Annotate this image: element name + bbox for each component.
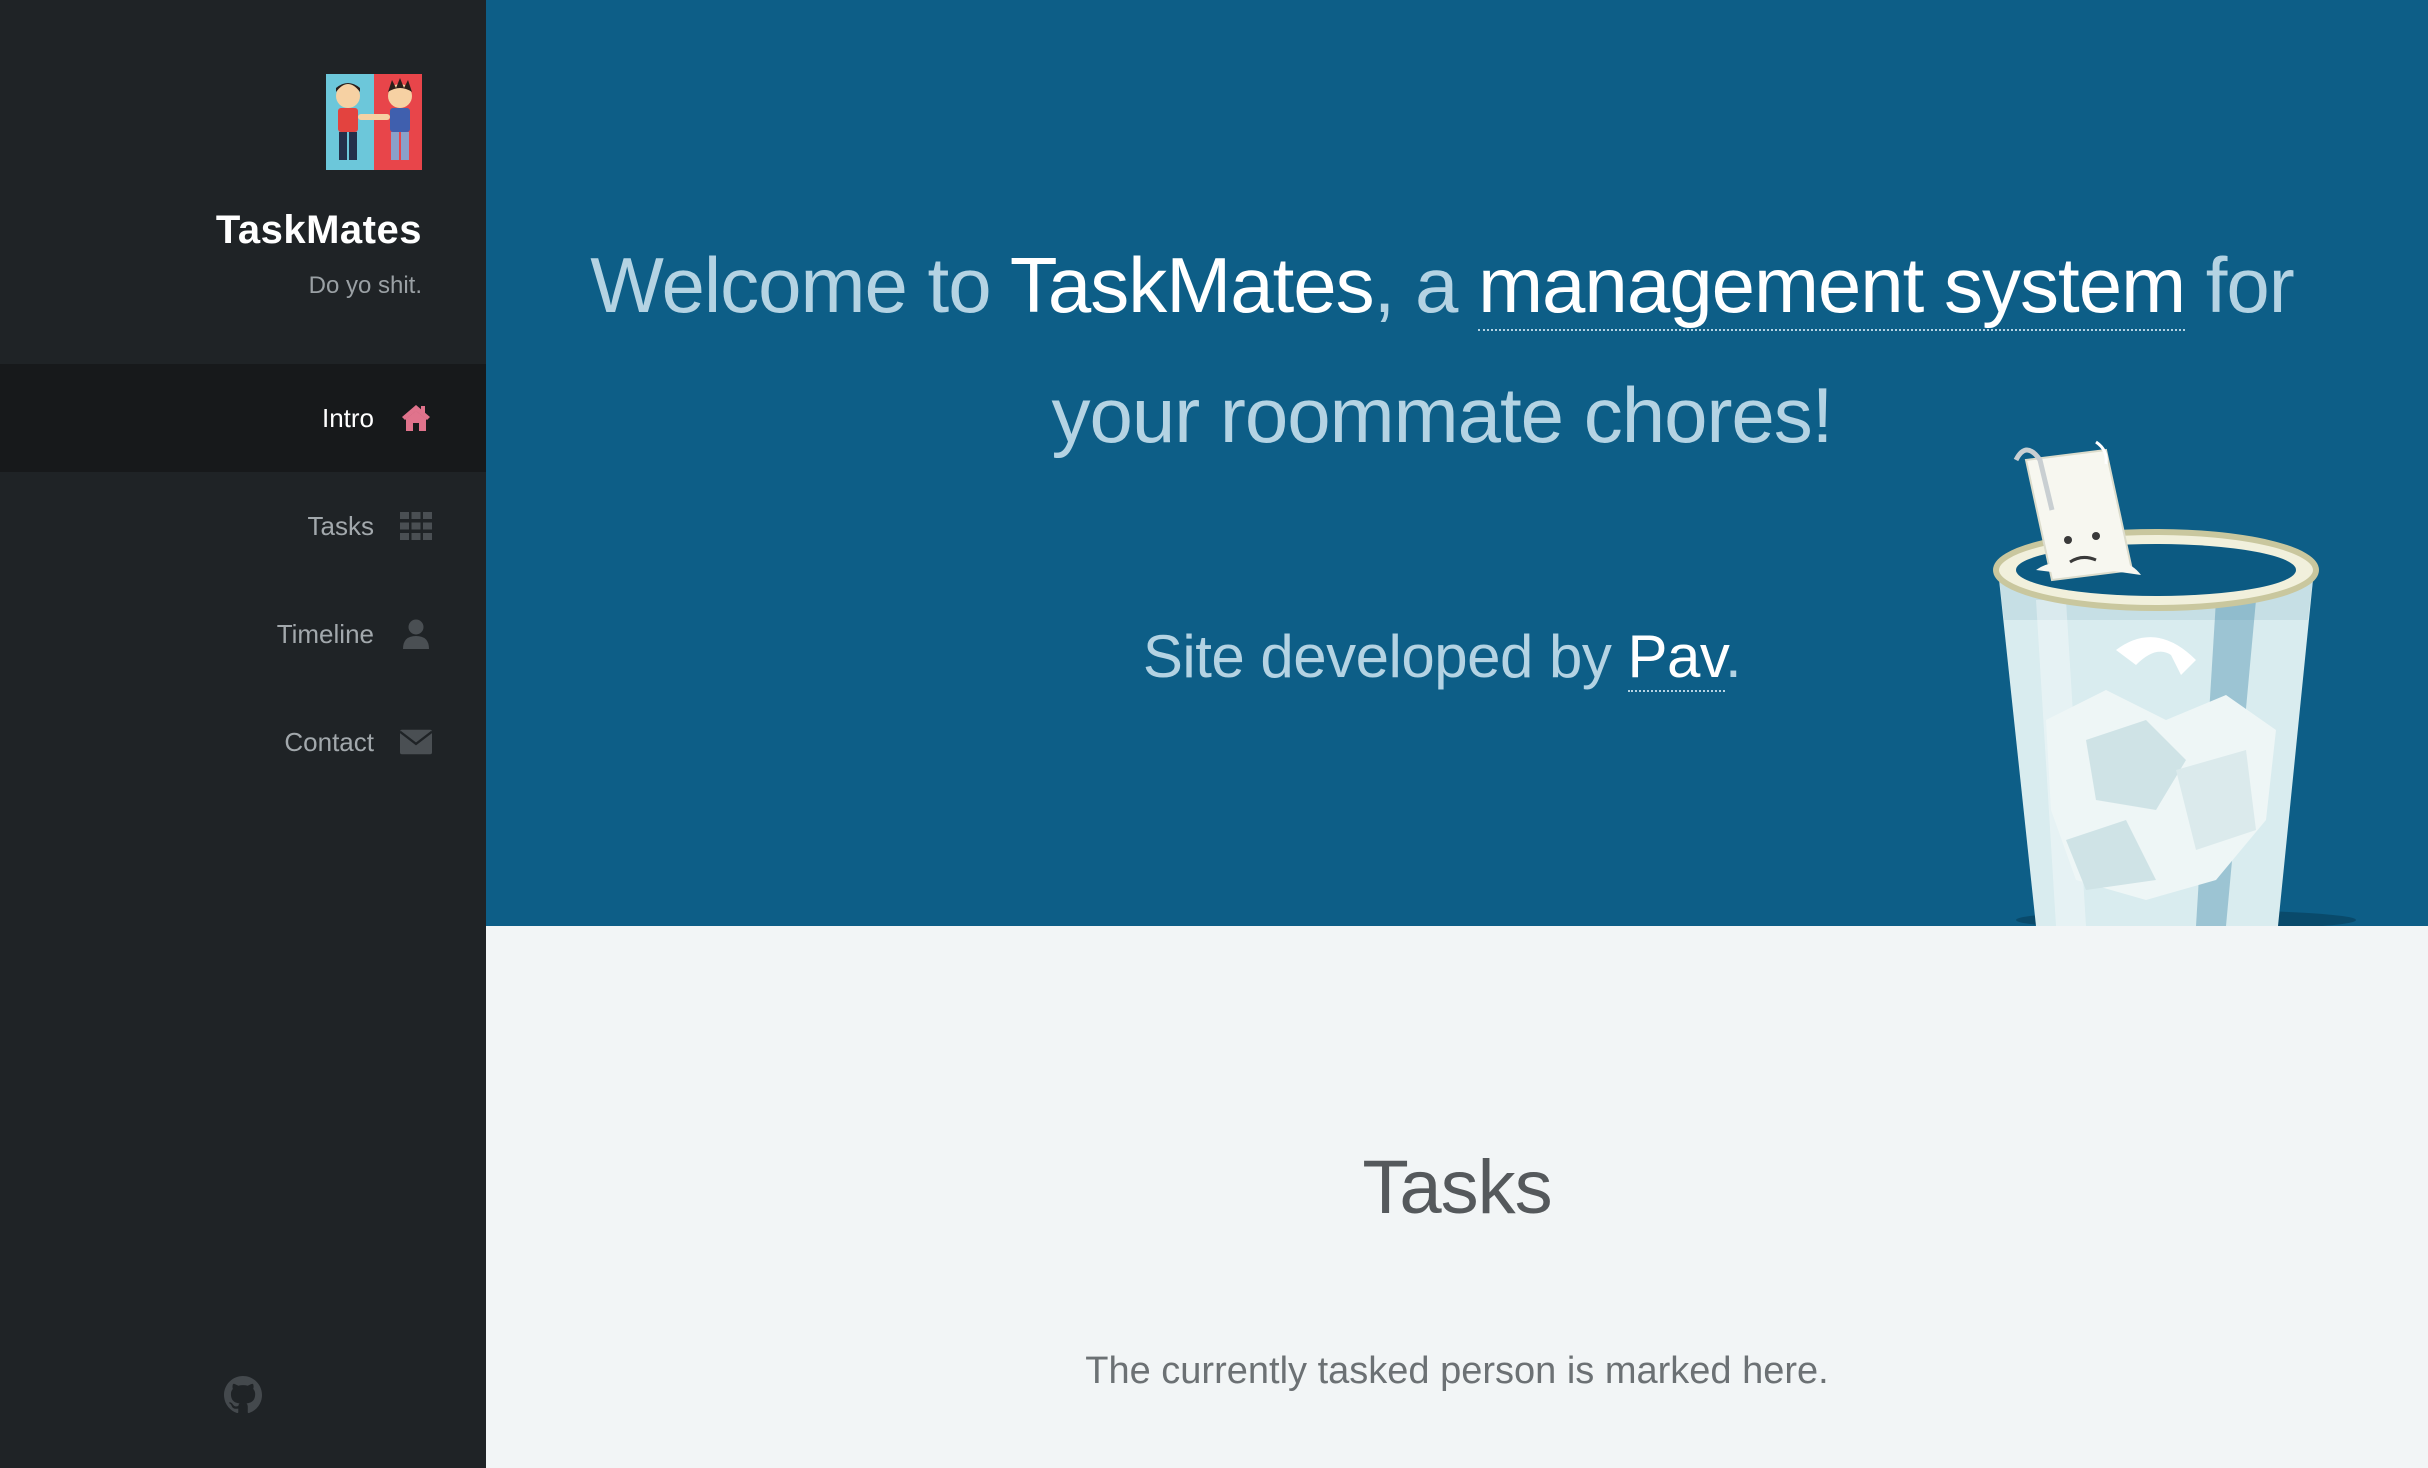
hero-brand-name: TaskMates: [1009, 241, 1375, 329]
sidebar-item-label: Timeline: [276, 618, 374, 649]
hero-heading-text: , a: [1373, 241, 1479, 329]
sidebar-item-intro[interactable]: Intro: [0, 364, 486, 472]
github-icon[interactable]: [224, 1376, 262, 1414]
sidebar: TaskMates Do yo shit. Intro Tasks Timeli…: [0, 0, 486, 1468]
envelope-icon: [400, 726, 432, 758]
developer-link[interactable]: Pav: [1627, 623, 1725, 692]
credit-text: Site developed by: [1142, 623, 1628, 690]
sad-paper-in-trash-can-illustration: [1993, 440, 2356, 926]
sidebar-item-label: Tasks: [307, 510, 374, 541]
home-icon: [400, 402, 432, 434]
hero-heading-text: Welcome to: [590, 241, 1010, 329]
credit-text: .: [1724, 623, 1742, 690]
tasks-subtitle: The currently tasked person is marked he…: [1085, 1350, 1829, 1392]
sidebar-item-timeline[interactable]: Timeline: [0, 580, 486, 688]
hero-section: Welcome to TaskMates, a management syste…: [486, 0, 2428, 926]
app-tagline: Do yo shit.: [308, 272, 422, 299]
grid-icon: [400, 510, 432, 542]
management-system-link[interactable]: management system: [1478, 241, 2186, 331]
user-icon: [400, 618, 432, 650]
sidebar-item-label: Contact: [284, 726, 374, 757]
sidebar-item-tasks[interactable]: Tasks: [0, 472, 486, 580]
tasks-title: Tasks: [1362, 1145, 1552, 1230]
sidebar-item-contact[interactable]: Contact: [0, 688, 486, 796]
roommates-logo-icon[interactable]: [326, 74, 422, 170]
sidebar-item-label: Intro: [321, 402, 374, 433]
tasks-section: Tasks The currently tasked person is mar…: [486, 926, 2428, 1468]
sidebar-nav: Intro Tasks Timeline Contact: [0, 364, 486, 796]
app-title: TaskMates: [215, 208, 422, 252]
